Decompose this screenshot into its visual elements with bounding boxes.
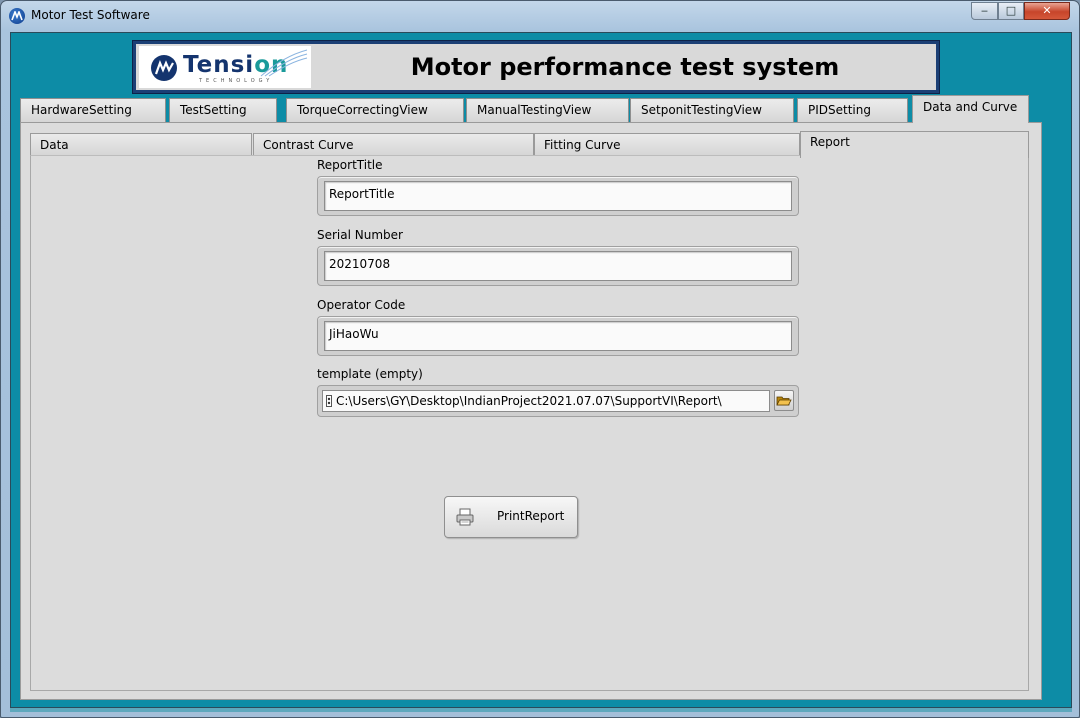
tab-label: ManualTestingView	[477, 103, 592, 117]
logo-mark-icon	[151, 55, 177, 81]
serial-number-label: Serial Number	[317, 228, 403, 242]
subtab-label: Contrast Curve	[263, 138, 354, 152]
header-banner: Tension TECHNOLOGY Motor performance tes…	[132, 40, 940, 94]
logo-swoosh-icon	[260, 49, 308, 77]
maximize-icon: □	[1005, 4, 1017, 17]
subtab-label: Report	[810, 135, 850, 149]
tab-hardware-setting[interactable]: HardwareSetting	[20, 98, 166, 122]
app-heading: Motor performance test system	[410, 53, 840, 81]
sub-tab-bar: Data Contrast Curve Fitting Curve Report	[30, 131, 1030, 158]
serial-number-input[interactable]: 20210708	[324, 251, 792, 281]
logo-subtext: TECHNOLOGY	[199, 78, 274, 84]
tab-data-and-curve[interactable]: Data and Curve	[912, 95, 1029, 123]
tab-test-setting[interactable]: TestSetting	[169, 98, 277, 122]
window-title: Motor Test Software	[31, 8, 150, 22]
minimize-button[interactable]: ‒	[971, 2, 998, 20]
close-icon: ✕	[1042, 4, 1052, 17]
template-path-text: C:\Users\GY\Desktop\IndianProject2021.07…	[336, 394, 722, 408]
header-inner: Tension TECHNOLOGY Motor performance tes…	[136, 44, 936, 90]
report-panel: ReportTitle ReportTitle Serial Number 20…	[30, 155, 1029, 691]
report-title-input[interactable]: ReportTitle	[324, 181, 792, 211]
maximize-button[interactable]: □	[998, 2, 1024, 20]
template-path-input[interactable]: C:\Users\GY\Desktop\IndianProject2021.07…	[322, 390, 770, 412]
template-label: template (empty)	[317, 367, 423, 381]
browse-button[interactable]	[774, 390, 794, 411]
company-logo: Tension TECHNOLOGY	[139, 46, 311, 88]
tab-label: PIDSetting	[808, 103, 871, 117]
subtab-contrast-curve[interactable]: Contrast Curve	[253, 133, 534, 157]
operator-code-input[interactable]: JiHaoWu	[324, 321, 792, 351]
subtab-fitting-curve[interactable]: Fitting Curve	[534, 133, 800, 157]
subtab-label: Data	[40, 138, 69, 152]
serial-number-frame: 20210708	[317, 246, 799, 286]
tab-label: TorqueCorrectingView	[297, 103, 428, 117]
tab-label: TestSetting	[180, 103, 247, 117]
tab-pid-setting[interactable]: PIDSetting	[797, 98, 908, 122]
operator-code-label: Operator Code	[317, 298, 406, 312]
title-bar[interactable]: Motor Test Software ‒ □ ✕	[1, 1, 1079, 31]
tab-manual-testing-view[interactable]: ManualTestingView	[466, 98, 629, 122]
minimize-icon: ‒	[981, 4, 988, 17]
app-icon	[9, 8, 25, 24]
report-title-frame: ReportTitle	[317, 176, 799, 216]
main-tab-bar: HardwareSetting TestSetting TorqueCorrec…	[20, 95, 1064, 123]
folder-open-icon	[776, 396, 792, 406]
subtab-report[interactable]: Report	[800, 131, 1029, 158]
window-bottom-edge	[10, 708, 1072, 712]
print-report-label: PrintReport	[497, 509, 565, 523]
tab-label: SetponitTestingView	[641, 103, 762, 117]
subtab-data[interactable]: Data	[30, 133, 252, 157]
subtab-label: Fitting Curve	[544, 138, 621, 152]
printer-icon	[456, 508, 474, 526]
report-title-label: ReportTitle	[317, 158, 383, 172]
template-path-frame: C:\Users\GY\Desktop\IndianProject2021.07…	[317, 385, 799, 417]
close-button[interactable]: ✕	[1024, 2, 1070, 20]
path-icon	[326, 395, 332, 407]
tab-label: HardwareSetting	[31, 103, 132, 117]
tab-label: Data and Curve	[923, 100, 1018, 114]
tab-torque-correcting-view[interactable]: TorqueCorrectingView	[286, 98, 464, 122]
operator-code-frame: JiHaoWu	[317, 316, 799, 356]
data-curve-panel: Data Contrast Curve Fitting Curve Report…	[20, 122, 1042, 700]
client-area: Tension TECHNOLOGY Motor performance tes…	[10, 32, 1072, 708]
tab-setponit-testing-view[interactable]: SetponitTestingView	[630, 98, 794, 122]
app-window: Motor Test Software ‒ □ ✕ Tension TECHNO…	[0, 0, 1080, 718]
print-report-button[interactable]: PrintReport	[444, 496, 578, 538]
